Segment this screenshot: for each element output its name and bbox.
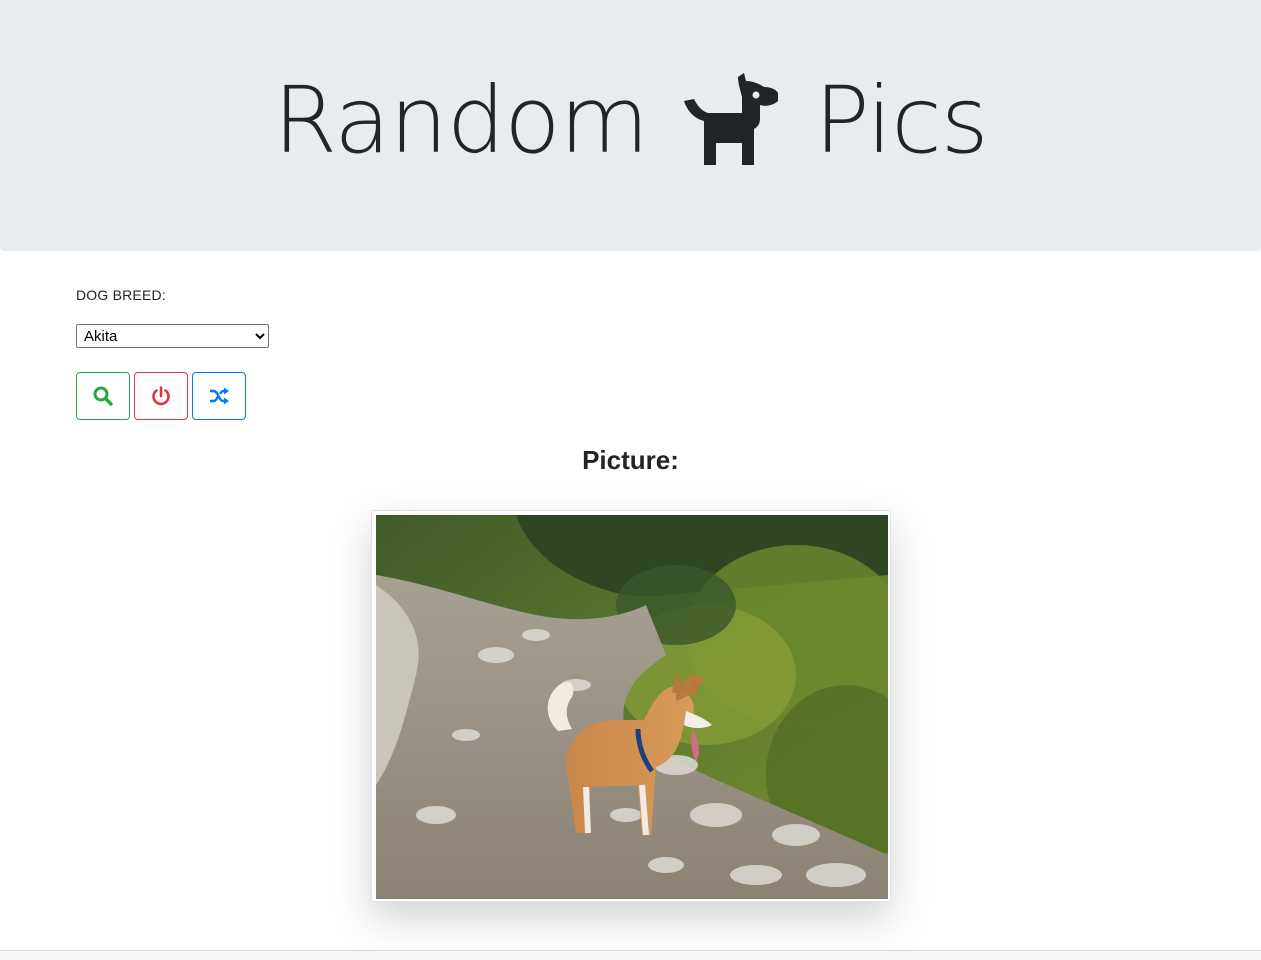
- shuffle-icon: [210, 387, 229, 405]
- dog-photo: [371, 510, 891, 902]
- reset-button[interactable]: [134, 372, 188, 420]
- jumbotron-header: Random Pics: [0, 0, 1261, 251]
- page-title: Random Pics: [273, 67, 989, 174]
- random-button[interactable]: [192, 372, 246, 420]
- dog-icon: [684, 72, 779, 165]
- picture-heading: Picture:: [582, 445, 679, 475]
- title-right: Pics: [814, 67, 989, 174]
- power-icon: [152, 386, 170, 406]
- search-icon: [93, 386, 113, 406]
- breed-label: DOG BREED:: [76, 287, 166, 303]
- title-left: Random: [273, 67, 649, 174]
- breed-select[interactable]: Akita: [76, 324, 269, 348]
- search-button[interactable]: [76, 372, 130, 420]
- dog-photo-image: [376, 515, 888, 899]
